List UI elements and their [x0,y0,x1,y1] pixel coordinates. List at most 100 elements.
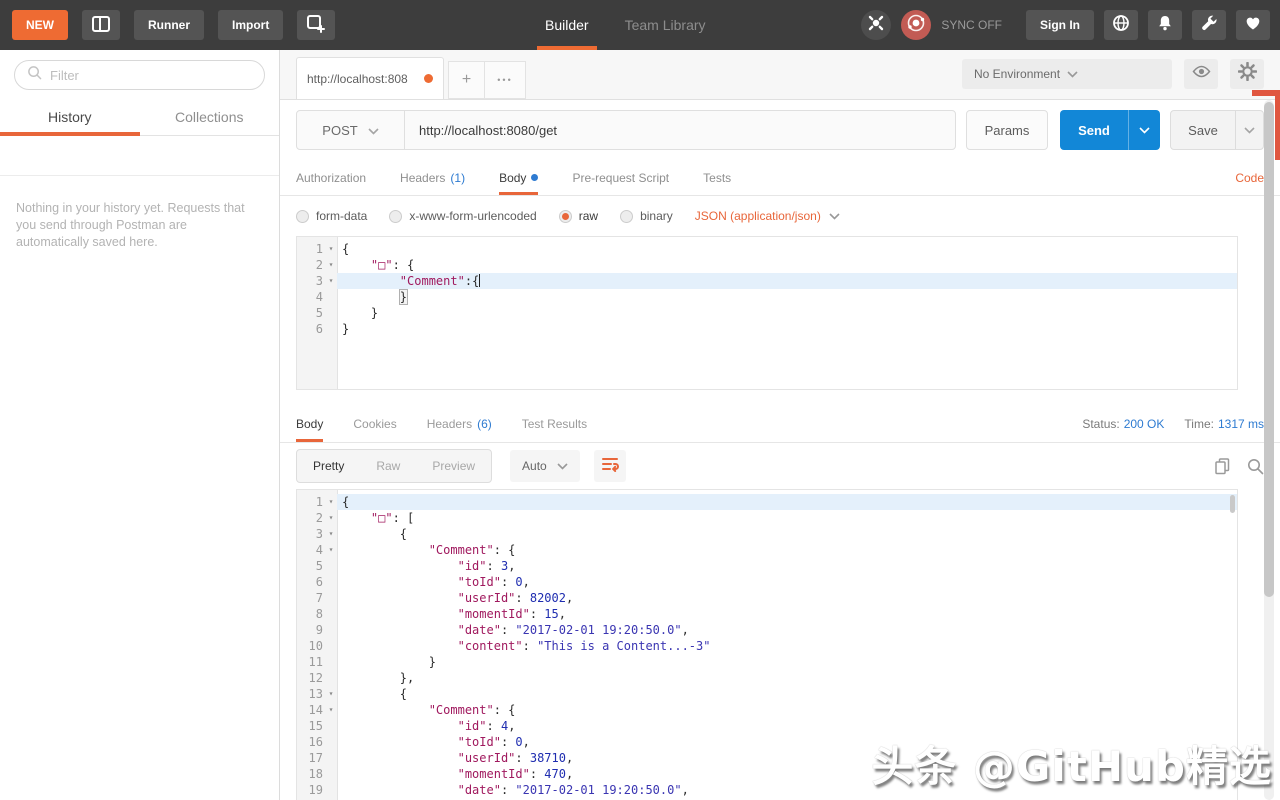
code-line[interactable]: 1 ▾{ [297,241,1237,257]
interceptor-button[interactable] [861,10,892,40]
response-tab-test-results[interactable]: Test Results [522,405,587,442]
environment-settings-button[interactable] [1230,59,1264,89]
code-line[interactable]: 17 "userId": 38710, [297,750,1237,766]
params-button[interactable]: Params [966,110,1048,150]
code-line[interactable]: 4 } [297,289,1237,305]
code-line[interactable]: 16 "toId": 0, [297,734,1237,750]
code-line[interactable]: 2 ▾ "□": [ [297,510,1237,526]
mode-urlencoded[interactable]: x-www-form-urlencoded [389,209,537,223]
response-tab-body[interactable]: Body [296,405,323,442]
filter-input[interactable] [50,67,252,83]
new-window-button[interactable] [297,10,336,40]
code-line[interactable]: 2 ▾ "□": { [297,257,1237,273]
url-input[interactable] [405,111,955,149]
tab-team-library[interactable]: Team Library [625,0,706,50]
search-response-button[interactable] [1247,458,1264,475]
fold-icon[interactable]: ▾ [325,510,337,526]
add-tab-button[interactable]: + [448,61,484,99]
fold-icon [325,289,337,305]
settings-wrench-button[interactable] [1192,10,1226,40]
code-line[interactable]: 18 "momentId": 470, [297,766,1237,782]
code-line[interactable]: 14 ▾ "Comment": { [297,702,1237,718]
radio-raw[interactable] [558,209,572,223]
code-line[interactable]: 19 "date": "2017-02-01 19:20:50.0", [297,782,1237,798]
fold-icon[interactable]: ▾ [325,494,337,510]
community-button[interactable] [1104,10,1138,40]
tab-authorization[interactable]: Authorization [296,160,366,195]
fold-icon[interactable]: ▾ [325,702,337,718]
radio-form-data[interactable] [296,209,309,223]
code-line[interactable]: 3 ▾ { [297,526,1237,542]
response-tab-headers[interactable]: Headers (6) [427,405,492,442]
code-line[interactable]: 13 ▾ { [297,686,1237,702]
fold-icon[interactable]: ▾ [325,686,337,702]
notifications-button[interactable] [1148,10,1182,40]
tab-headers[interactable]: Headers (1) [400,160,465,195]
tab-body[interactable]: Body [499,160,539,195]
code-line[interactable]: 10 "content": "This is a Content...-3" [297,638,1237,654]
code-line[interactable]: 6} [297,321,1237,337]
view-pretty[interactable]: Pretty [297,450,360,482]
environment-quicklook-button[interactable] [1184,59,1218,89]
tab-history[interactable]: History [0,100,140,136]
line-gutter: 16 [297,734,337,750]
code-line[interactable]: 15 "id": 4, [297,718,1237,734]
environment-selector[interactable]: No Environment [962,59,1172,89]
code-line[interactable]: 7 "userId": 82002, [297,590,1237,606]
main-scrollbar-thumb[interactable] [1264,102,1274,597]
runner-button[interactable]: Runner [134,10,204,40]
radio-binary[interactable] [620,209,634,223]
radio-urlencoded[interactable] [389,209,403,223]
response-scrollbar-thumb[interactable] [1230,495,1235,513]
fold-icon[interactable]: ▾ [325,241,337,257]
tab-builder[interactable]: Builder [537,0,597,50]
copy-button[interactable] [1214,457,1231,475]
fold-icon[interactable]: ▾ [325,542,337,558]
tab-options-button[interactable]: ••• [484,61,526,99]
fold-icon[interactable]: ▾ [325,526,337,542]
code-line[interactable]: 12 }, [297,670,1237,686]
response-body-editor[interactable]: 1 ▾{2 ▾ "□": [3 ▾ {4 ▾ "Comment": {5 "id": 3… [296,489,1238,800]
mode-form-data[interactable]: form-data [296,209,367,223]
sign-in-button[interactable]: Sign In [1026,10,1094,40]
code-line[interactable]: 3 ▾ "Comment":{ [297,273,1237,289]
fold-icon [325,574,337,590]
code-line[interactable]: 6 "toId": 0, [297,574,1237,590]
wrap-text-button[interactable] [593,450,626,482]
method-selector[interactable]: POST [297,111,405,149]
mode-raw[interactable]: raw [558,209,598,223]
save-options-button[interactable] [1235,111,1263,149]
code-line[interactable]: 4 ▾ "Comment": { [297,542,1237,558]
code-line[interactable]: 9 "date": "2017-02-01 19:20:50.0", [297,622,1237,638]
heart-icon [1244,14,1262,37]
content-type-selector[interactable]: JSON (application/json) [695,209,840,223]
save-button[interactable]: Save [1171,111,1235,149]
favorites-button[interactable] [1236,10,1270,40]
response-tab-cookies[interactable]: Cookies [353,405,396,442]
tab-pre-request-script[interactable]: Pre-request Script [572,160,669,195]
send-button[interactable]: Send [1060,110,1128,150]
generate-code-link[interactable]: Code [1235,160,1264,195]
code-line[interactable]: 8 "momentId": 15, [297,606,1237,622]
code-line[interactable]: 1 ▾{ [297,494,1237,510]
toggle-sidebar-button[interactable] [82,10,120,40]
mode-binary[interactable]: binary [620,209,673,223]
more-options-icon: ••• [497,75,513,85]
format-selector[interactable]: Auto [510,450,580,482]
import-button[interactable]: Import [218,10,284,40]
request-body-editor[interactable]: 1 ▾{2 ▾ "□": {3 ▾ "Comment":{4 } 5 } 6} [296,236,1238,390]
request-tab[interactable]: http://localhost:808 [296,57,444,99]
sync-button[interactable] [901,10,932,40]
code-line[interactable]: 11 } [297,654,1237,670]
view-preview[interactable]: Preview [416,450,491,482]
code-line[interactable]: 5 "id": 3, [297,558,1237,574]
view-raw[interactable]: Raw [360,450,416,482]
send-options-button[interactable] [1128,110,1160,150]
new-button[interactable]: NEW [12,10,68,40]
fold-icon[interactable]: ▾ [325,273,337,289]
code-line[interactable]: 5 } [297,305,1237,321]
tab-tests[interactable]: Tests [703,160,731,195]
tab-collections[interactable]: Collections [140,100,280,135]
fold-icon[interactable]: ▾ [325,257,337,273]
bell-icon [1156,14,1174,37]
